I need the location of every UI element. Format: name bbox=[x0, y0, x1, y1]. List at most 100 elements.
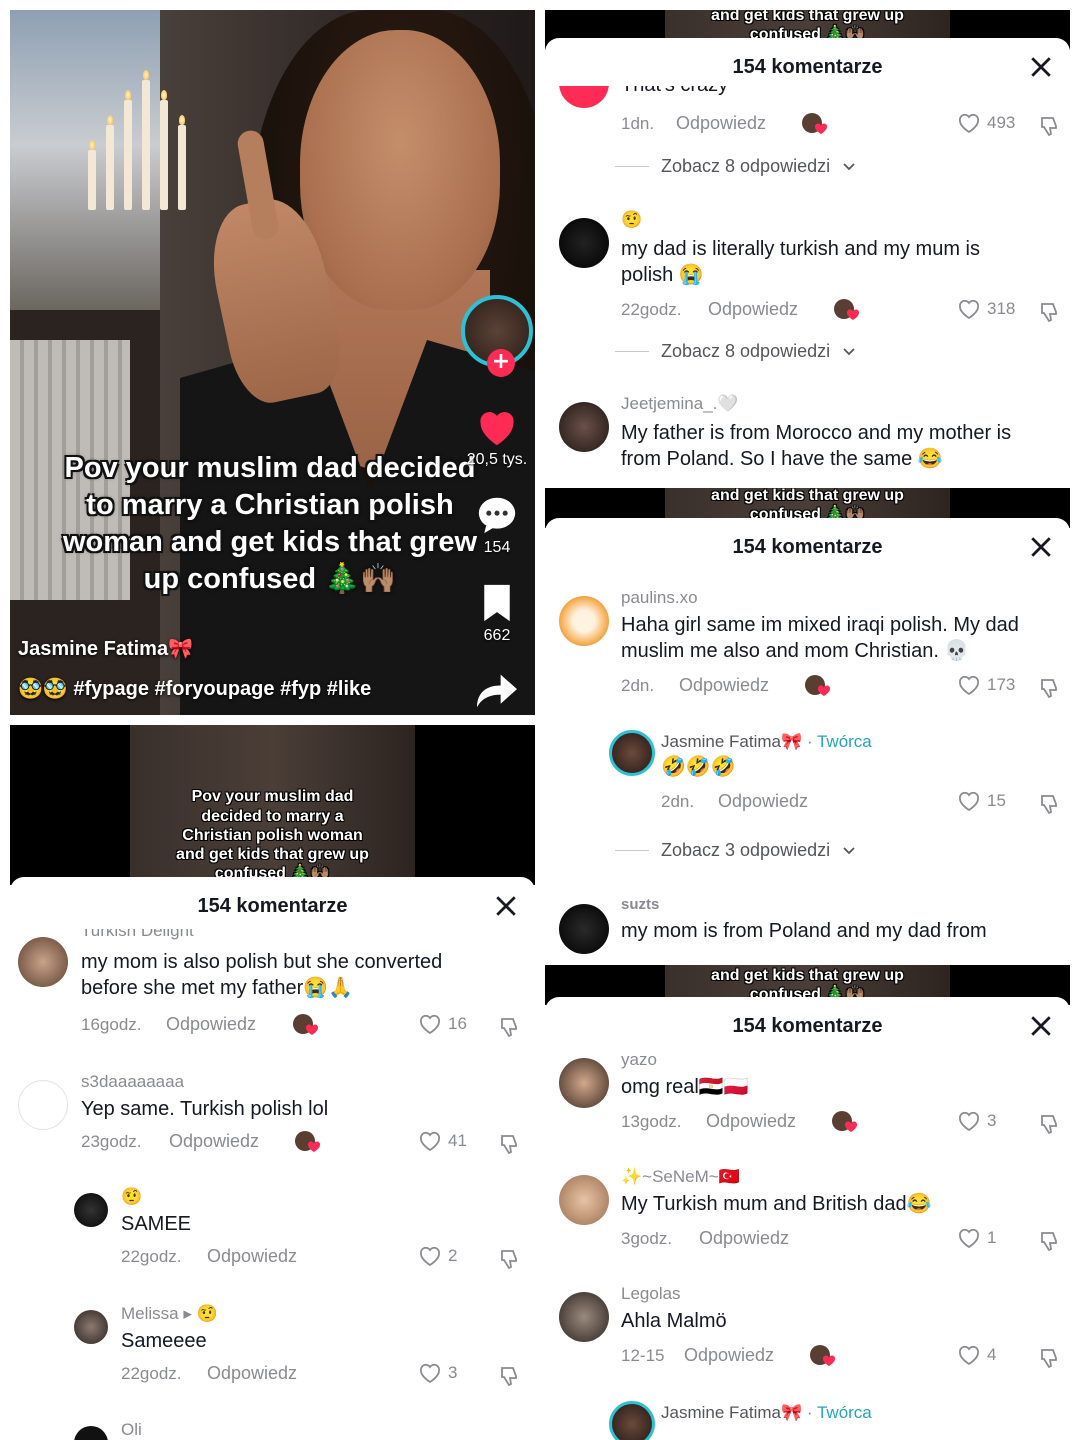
avatar[interactable] bbox=[18, 937, 68, 987]
creator-liked-icon bbox=[801, 112, 829, 136]
comment-username[interactable]: suzts bbox=[621, 896, 659, 913]
comment-text: my dad is literally turkish and my mum i… bbox=[621, 238, 980, 286]
reply-button[interactable]: Odpowiedz bbox=[706, 1111, 796, 1132]
view-replies-button[interactable]: Zobacz 8 odpowiedzi bbox=[615, 341, 856, 362]
creator-avatar[interactable] bbox=[609, 1401, 655, 1440]
reply-button[interactable]: Odpowiedz bbox=[699, 1228, 789, 1249]
dislike-icon[interactable] bbox=[1038, 300, 1062, 324]
comment-time: 22godz. bbox=[621, 300, 682, 319]
close-icon[interactable] bbox=[491, 891, 521, 921]
dislike-icon[interactable] bbox=[498, 1015, 522, 1039]
heart-outline-icon bbox=[958, 791, 980, 812]
reply-button[interactable]: Odpowiedz bbox=[708, 299, 798, 320]
avatar[interactable] bbox=[559, 218, 609, 268]
like-button[interactable]: 3 bbox=[957, 1110, 996, 1132]
comment-bubble-icon[interactable] bbox=[475, 495, 519, 535]
avatar[interactable] bbox=[74, 1310, 108, 1344]
comments-screen-4: and get kids that grew up confused 🎄🙌🏽 1… bbox=[545, 488, 1070, 958]
like-count: 1 bbox=[987, 1228, 997, 1247]
like-count: 16 bbox=[448, 1014, 467, 1033]
creator-avatar[interactable] bbox=[609, 730, 655, 776]
like-count: 41 bbox=[448, 1131, 467, 1150]
sheet-title: 154 komentarze bbox=[197, 895, 348, 917]
like-button[interactable]: 173 bbox=[957, 674, 1015, 696]
like-button[interactable]: 1 bbox=[957, 1227, 996, 1249]
comment-text: my mom is also polish but she converted … bbox=[81, 951, 443, 999]
close-icon[interactable] bbox=[1026, 1011, 1056, 1041]
like-count: 4 bbox=[987, 1345, 997, 1364]
avatar[interactable] bbox=[559, 1175, 609, 1225]
comment-username[interactable]: Oli bbox=[121, 1420, 142, 1440]
comment-time: 1dn. bbox=[621, 114, 655, 133]
comment-username[interactable]: yazo bbox=[621, 1050, 657, 1070]
like-button[interactable]: 16 bbox=[418, 1013, 467, 1035]
comment-username[interactable]: s3daaaaaaaa bbox=[81, 1072, 184, 1092]
video-author[interactable]: Jasmine Fatima🎀 bbox=[18, 636, 193, 661]
like-button[interactable]: 493 bbox=[957, 112, 1015, 134]
comment-username[interactable]: 🤨 bbox=[121, 1187, 142, 1207]
like-button[interactable]: 41 bbox=[418, 1130, 467, 1152]
sheet-header: 154 komentarze bbox=[545, 518, 1070, 576]
reply-button[interactable]: Odpowiedz bbox=[166, 1014, 256, 1035]
avatar[interactable] bbox=[74, 1426, 108, 1440]
close-icon[interactable] bbox=[1026, 532, 1056, 562]
creator-liked-icon bbox=[294, 1130, 322, 1154]
avatar[interactable] bbox=[74, 1193, 108, 1227]
avatar[interactable] bbox=[559, 86, 609, 108]
video-panel[interactable]: Pov your muslim dad decided to marry a C… bbox=[10, 10, 535, 715]
reply-button[interactable]: Odpowiedz bbox=[169, 1131, 259, 1152]
reply-button[interactable]: Odpowiedz bbox=[676, 113, 766, 134]
comment-username[interactable]: Melissa ▸ 🤨 bbox=[121, 1304, 218, 1324]
avatar[interactable] bbox=[559, 904, 609, 954]
comment-text: My Turkish mum and British dad😂 bbox=[621, 1193, 932, 1215]
avatar[interactable] bbox=[559, 1058, 609, 1108]
comment-username[interactable]: Jasmine Fatima🎀 · Twórca bbox=[661, 732, 872, 752]
dislike-icon[interactable] bbox=[498, 1364, 522, 1388]
share-arrow-icon[interactable] bbox=[475, 671, 519, 711]
reply-button[interactable]: Odpowiedz bbox=[679, 675, 769, 696]
like-button[interactable]: 15 bbox=[957, 790, 1006, 812]
heart-outline-icon bbox=[419, 1246, 441, 1267]
bookmark-icon[interactable] bbox=[475, 583, 519, 623]
comment-username[interactable]: 🤨 bbox=[621, 210, 642, 230]
reply-button[interactable]: Odpowiedz bbox=[684, 1345, 774, 1366]
like-count: 15 bbox=[987, 791, 1006, 810]
plus-icon[interactable]: + bbox=[487, 349, 515, 377]
comment-item: suzts my mom is from Poland and my dad f… bbox=[545, 896, 1070, 958]
heart-outline-icon bbox=[419, 1014, 441, 1035]
like-button[interactable]: 3 bbox=[418, 1362, 457, 1384]
dislike-icon[interactable] bbox=[1038, 1346, 1062, 1370]
dislike-icon[interactable] bbox=[1038, 114, 1062, 138]
creator-avatar[interactable]: + bbox=[461, 295, 533, 377]
heart-icon[interactable] bbox=[475, 407, 519, 447]
like-button[interactable]: 4 bbox=[957, 1344, 996, 1366]
like-button[interactable]: 2 bbox=[418, 1245, 457, 1267]
avatar[interactable] bbox=[18, 1080, 68, 1130]
dislike-icon[interactable] bbox=[498, 1132, 522, 1156]
chevron-down-icon bbox=[843, 347, 855, 355]
comment-username[interactable]: Jeetjemina_.🤍 bbox=[621, 394, 739, 414]
comment-username[interactable]: paulins.xo bbox=[621, 588, 698, 608]
dislike-icon[interactable] bbox=[1038, 1112, 1062, 1136]
video-thumbnail-strip[interactable]: Pov your muslim dad decided to marry a C… bbox=[10, 725, 535, 885]
reply-button[interactable]: Odpowiedz bbox=[207, 1363, 297, 1384]
reply-button[interactable]: Odpowiedz bbox=[207, 1246, 297, 1267]
dislike-icon[interactable] bbox=[1038, 792, 1062, 816]
avatar[interactable] bbox=[559, 596, 609, 646]
dislike-icon[interactable] bbox=[498, 1247, 522, 1271]
comment-username[interactable]: Legolas bbox=[621, 1284, 681, 1304]
dislike-icon[interactable] bbox=[1038, 1229, 1062, 1253]
view-replies-button[interactable]: Zobacz 8 odpowiedzi bbox=[615, 156, 856, 177]
creator-liked-icon bbox=[804, 674, 832, 698]
comment-username[interactable]: ✨~SeNeM~🇹🇷 bbox=[621, 1167, 740, 1187]
dislike-icon[interactable] bbox=[1038, 676, 1062, 700]
close-icon[interactable] bbox=[1026, 52, 1056, 82]
comment-username[interactable]: Jasmine Fatima🎀 · Twórca bbox=[661, 1403, 872, 1423]
comment-time: 23godz. bbox=[81, 1132, 142, 1151]
video-hashtags[interactable]: 🥸🥸 #fypage #foryoupage #fyp #like bbox=[18, 676, 371, 701]
view-replies-button[interactable]: Zobacz 3 odpowiedzi bbox=[615, 840, 856, 861]
avatar[interactable] bbox=[559, 1292, 609, 1342]
reply-button[interactable]: Odpowiedz bbox=[718, 791, 808, 812]
avatar[interactable] bbox=[559, 402, 609, 452]
like-button[interactable]: 318 bbox=[957, 298, 1015, 320]
